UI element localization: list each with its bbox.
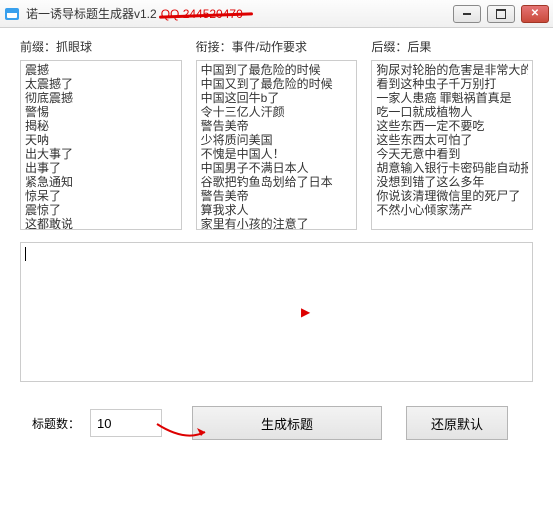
list-item[interactable]: 震惊了	[25, 203, 177, 217]
bridge-column: 衔接：事件/动作要求 中国到了最危险的时候中国又到了最危险的时候中国这回牛b了令…	[196, 38, 358, 230]
suffix-column: 后缀：后果 狗尿对轮胎的危害是非常大的看到这种虫子千万别打一家人患癌 罪魁祸首真…	[371, 38, 533, 230]
list-item[interactable]: 今天无意中看到	[376, 147, 528, 161]
count-label: 标题数：	[32, 415, 80, 432]
list-item[interactable]: 吃一口就成植物人	[376, 105, 528, 119]
window-title: 诺一诱导标题生成器v1.2	[26, 5, 157, 22]
list-item[interactable]: 警惕	[25, 105, 177, 119]
suffix-listbox[interactable]: 狗尿对轮胎的危害是非常大的看到这种虫子千万别打一家人患癌 罪魁祸首真是吃一口就成…	[371, 60, 533, 230]
reset-button[interactable]: 还原默认	[406, 406, 508, 440]
client-area: 前缀：抓眼球 震撼太震撼了彻底震撼警惕揭秘天呐出大事了出事了紧急通知惊呆了震惊了…	[0, 28, 553, 452]
play-icon: ▶	[301, 305, 310, 319]
suffix-label: 后缀：后果	[371, 38, 533, 56]
text-cursor	[25, 247, 26, 261]
list-item[interactable]: 彻底震撼	[25, 91, 177, 105]
list-item[interactable]: 不然小心倾家荡产	[376, 203, 528, 217]
list-item[interactable]: 紧急通知	[25, 175, 177, 189]
list-item[interactable]: 惊呆了	[25, 189, 177, 203]
list-item[interactable]: 看到这种虫子千万别打	[376, 77, 528, 91]
bridge-label: 衔接：事件/动作要求	[196, 38, 358, 56]
list-item[interactable]: 这都敢说	[25, 217, 177, 230]
list-item[interactable]: 胡意输入银行卡密码能自动报警	[376, 161, 528, 175]
list-item[interactable]: 警告美帝	[201, 189, 353, 203]
list-item[interactable]: 揭秘	[25, 119, 177, 133]
list-item[interactable]: 警告美帝	[201, 119, 353, 133]
list-item[interactable]: 这些东西一定不要吃	[376, 119, 528, 133]
list-item[interactable]: 你说该清理微信里的死尸了	[376, 189, 528, 203]
list-item[interactable]: 不愧是中国人！	[201, 147, 353, 161]
output-textbox[interactable]: ▶	[20, 242, 533, 382]
list-item[interactable]: 算我求人	[201, 203, 353, 217]
qq-text: QQ 244520470	[161, 7, 243, 21]
bottom-bar: 标题数： 生成标题 还原默认	[20, 406, 533, 440]
minimize-button[interactable]	[453, 5, 481, 23]
list-item[interactable]: 家里有小孩的注意了	[201, 217, 353, 230]
list-item[interactable]: 这些东西太可怕了	[376, 133, 528, 147]
list-item[interactable]: 令十三亿人汗颜	[201, 105, 353, 119]
prefix-listbox[interactable]: 震撼太震撼了彻底震撼警惕揭秘天呐出大事了出事了紧急通知惊呆了震惊了这都敢说哪个大…	[20, 60, 182, 230]
list-item[interactable]: 谷歌把钓鱼岛划给了日本	[201, 175, 353, 189]
list-item[interactable]: 震撼	[25, 63, 177, 77]
list-item[interactable]: 出事了	[25, 161, 177, 175]
generate-button[interactable]: 生成标题	[192, 406, 382, 440]
app-icon	[4, 6, 20, 22]
list-item[interactable]: 少将质问美国	[201, 133, 353, 147]
list-item[interactable]: 出大事了	[25, 147, 177, 161]
list-item[interactable]: 中国这回牛b了	[201, 91, 353, 105]
bridge-listbox[interactable]: 中国到了最危险的时候中国又到了最危险的时候中国这回牛b了令十三亿人汗颜警告美帝少…	[196, 60, 358, 230]
list-item[interactable]: 中国到了最危险的时候	[201, 63, 353, 77]
close-button[interactable]	[521, 5, 549, 23]
titlebar: 诺一诱导标题生成器v1.2 QQ 244520470	[0, 0, 553, 28]
list-item[interactable]: 没想到错了这么多年	[376, 175, 528, 189]
list-item[interactable]: 太震撼了	[25, 77, 177, 91]
list-item[interactable]: 狗尿对轮胎的危害是非常大的	[376, 63, 528, 77]
count-input[interactable]	[90, 409, 162, 437]
list-item[interactable]: 中国男子不满日本人	[201, 161, 353, 175]
maximize-button[interactable]	[487, 5, 515, 23]
list-item[interactable]: 一家人患癌 罪魁祸首真是	[376, 91, 528, 105]
list-item[interactable]: 天呐	[25, 133, 177, 147]
prefix-label: 前缀：抓眼球	[20, 38, 182, 56]
list-item[interactable]: 中国又到了最危险的时候	[201, 77, 353, 91]
prefix-column: 前缀：抓眼球 震撼太震撼了彻底震撼警惕揭秘天呐出大事了出事了紧急通知惊呆了震惊了…	[20, 38, 182, 230]
